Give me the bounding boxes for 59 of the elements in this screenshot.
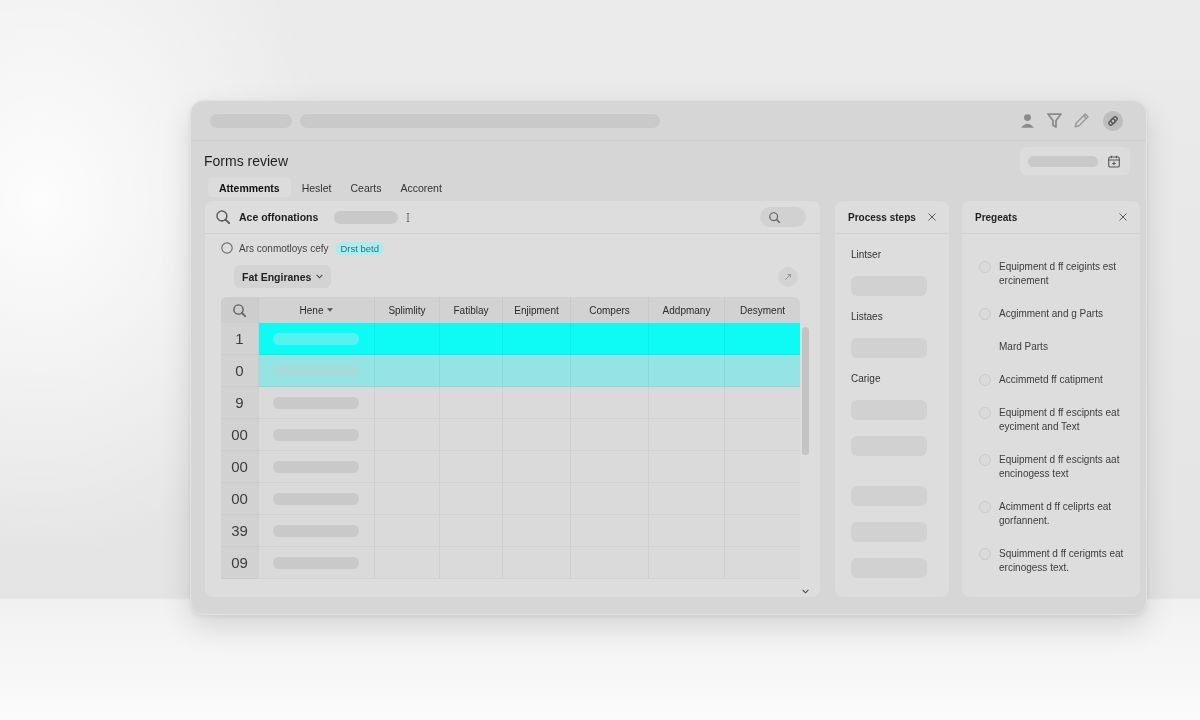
- ring-icon: [221, 242, 233, 254]
- row-number: 39: [221, 515, 259, 547]
- search-icon[interactable]: [233, 303, 246, 317]
- row-number: 9: [221, 387, 259, 419]
- expand-button[interactable]: [778, 266, 798, 287]
- table-row[interactable]: 39: [221, 515, 800, 547]
- option-label: Acgimment and g Parts: [999, 307, 1103, 321]
- tab[interactable]: Heslet: [293, 178, 340, 197]
- filter-icon[interactable]: [1047, 113, 1062, 128]
- caret-icon: [327, 308, 334, 312]
- scroll-down-icon[interactable]: [801, 589, 809, 594]
- option-label: Equipment d ff escignts aat encinogess text: [999, 453, 1121, 481]
- option-label: Acimment d ff celiprts eat gorfannent.: [999, 500, 1113, 528]
- status-text: Ars conmotloys cefy: [239, 242, 329, 254]
- user-icon[interactable]: [1020, 113, 1035, 128]
- tab[interactable]: Cearts: [342, 178, 390, 197]
- table-row[interactable]: 1: [221, 323, 800, 355]
- search-button[interactable]: [760, 207, 806, 227]
- option-label: Squimment d ff cerigmts eat ercinogess text.: [999, 547, 1125, 575]
- chevron-icon: [316, 274, 324, 279]
- option-label: Equipment d ff escipnts eat eyciment and Text: [999, 406, 1121, 434]
- panel-title: Process steps: [848, 211, 916, 223]
- date-field[interactable]: [1020, 147, 1130, 175]
- column-header[interactable]: Desyment: [725, 297, 800, 323]
- row-number: 0: [221, 355, 259, 387]
- row-number: 1: [221, 323, 259, 355]
- search-icon: [216, 210, 230, 224]
- row-number: 00: [221, 419, 259, 451]
- close-icon[interactable]: [1119, 213, 1127, 221]
- status-badge: Drst betd: [335, 241, 385, 255]
- table-row[interactable]: 9: [221, 387, 800, 419]
- option-label: Accimmetd ff catipment: [999, 373, 1103, 387]
- field-label: Listaes: [851, 310, 884, 323]
- table-row[interactable]: 00: [221, 451, 800, 483]
- tab[interactable]: Attemments: [208, 178, 291, 197]
- pencil-icon[interactable]: [1074, 113, 1089, 128]
- field-label: Lintser: [851, 248, 882, 261]
- filter-dropdown[interactable]: Fat Engiranes: [234, 265, 332, 288]
- tab[interactable]: Accorent: [392, 178, 450, 197]
- search-icon: [769, 211, 780, 223]
- panel-title: Pregeats: [975, 211, 1018, 223]
- table-row[interactable]: 00: [221, 419, 800, 451]
- close-icon[interactable]: [928, 213, 936, 221]
- diagonal-arrow-icon: [784, 272, 792, 281]
- table-row[interactable]: 0: [221, 355, 800, 387]
- group-label: Mard Parts: [999, 340, 1048, 354]
- row-number: 09: [221, 547, 259, 579]
- page-title: Forms review: [204, 153, 288, 169]
- row-number: 00: [221, 451, 259, 483]
- text-cursor-icon: [406, 212, 411, 222]
- option-label: Equipment d ff ceigints est ercinement: [999, 260, 1118, 288]
- row-number: 00: [221, 483, 259, 515]
- calendar-icon[interactable]: [1108, 154, 1120, 168]
- search-label: Ace offonations: [239, 211, 319, 223]
- field-label: Carige: [851, 372, 882, 385]
- link-icon[interactable]: [1103, 110, 1123, 131]
- scrollbar-thumb[interactable]: [801, 327, 809, 455]
- table-row[interactable]: 09: [221, 547, 800, 579]
- table-row[interactable]: 00: [221, 483, 800, 515]
